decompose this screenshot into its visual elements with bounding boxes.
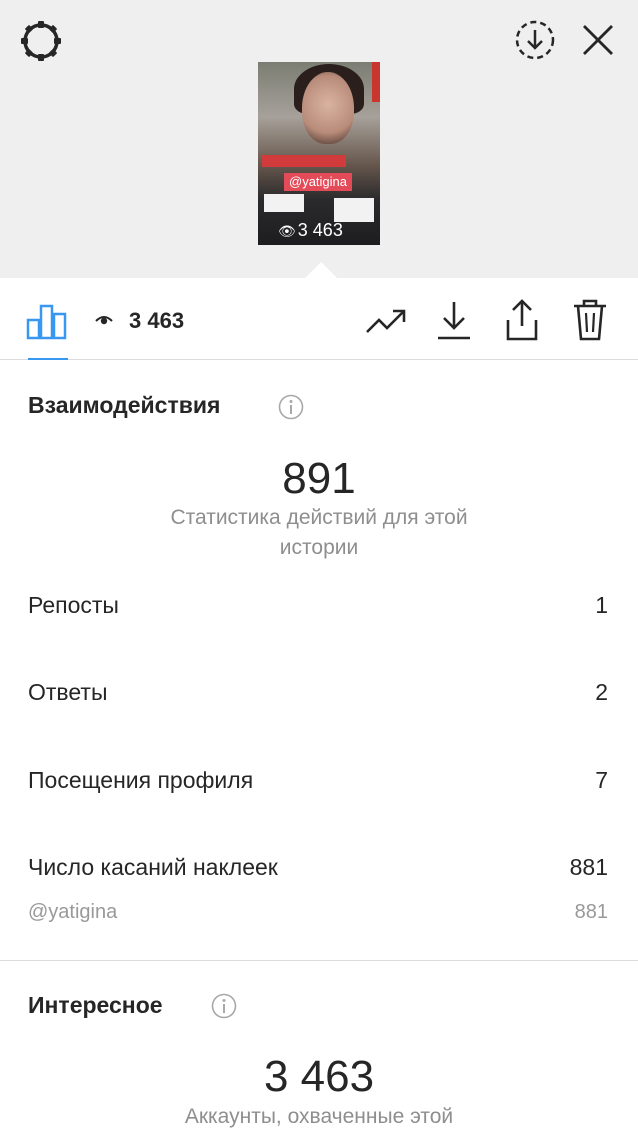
- thumbnail-caption-bar: [262, 155, 346, 167]
- sticker-taps-value: 881: [569, 854, 608, 880]
- section-divider: [0, 960, 638, 961]
- share-icon[interactable]: [503, 298, 541, 342]
- reposts-label: Репосты: [28, 592, 119, 618]
- discovery-caption: Аккаунты, охваченные этой: [184, 1105, 454, 1128]
- eye-icon: [95, 316, 113, 325]
- trending-up-icon[interactable]: [365, 306, 409, 336]
- close-icon[interactable]: [578, 20, 618, 60]
- selection-pointer: [305, 262, 337, 278]
- info-icon[interactable]: [211, 993, 237, 1019]
- thumbnail-note: [334, 198, 374, 222]
- thumbnail-photo-face: [302, 72, 354, 144]
- sticker-taps-label: Число касаний наклеек: [28, 854, 278, 880]
- interactions-caption: Статистика действий для этой истории: [170, 506, 468, 559]
- info-icon[interactable]: [278, 394, 304, 420]
- replies-label: Ответы: [28, 679, 108, 705]
- mention-sticker: @yatigina: [284, 173, 353, 191]
- story-preview-area: @yatigina 👁 3 463: [0, 0, 638, 278]
- profile-visits-value: 7: [595, 767, 608, 793]
- thumbnail-views-count: 3 463: [297, 220, 343, 240]
- interactions-total: 891: [282, 454, 356, 503]
- discovery-title: Интересное: [28, 992, 163, 1018]
- views-count[interactable]: 3 463: [129, 308, 184, 334]
- story-thumbnail[interactable]: @yatigina 👁 3 463: [258, 62, 380, 245]
- thumbnail-decoration: [372, 62, 380, 102]
- eye-icon: 👁: [278, 223, 296, 239]
- replies-value: 2: [595, 679, 608, 705]
- thumbnail-note: [264, 194, 304, 212]
- bar-chart-icon[interactable]: [26, 300, 68, 340]
- reposts-value: 1: [595, 592, 608, 618]
- sticker-mention-label[interactable]: @yatigina: [28, 901, 117, 924]
- story-toolbar: 3 463: [0, 278, 638, 360]
- sticker-mention-value: 881: [574, 901, 608, 923]
- gear-icon[interactable]: [18, 18, 64, 64]
- thumbnail-views: 👁 3 463: [278, 220, 343, 241]
- interactions-title: Взаимодействия: [28, 392, 221, 418]
- download-icon[interactable]: [436, 300, 472, 342]
- discovery-total: 3 463: [263, 1052, 375, 1101]
- active-tab-indicator: [28, 358, 68, 360]
- trash-icon[interactable]: [572, 298, 608, 342]
- download-circle-icon[interactable]: [513, 18, 557, 62]
- profile-visits-label: Посещения профиля: [28, 767, 254, 793]
